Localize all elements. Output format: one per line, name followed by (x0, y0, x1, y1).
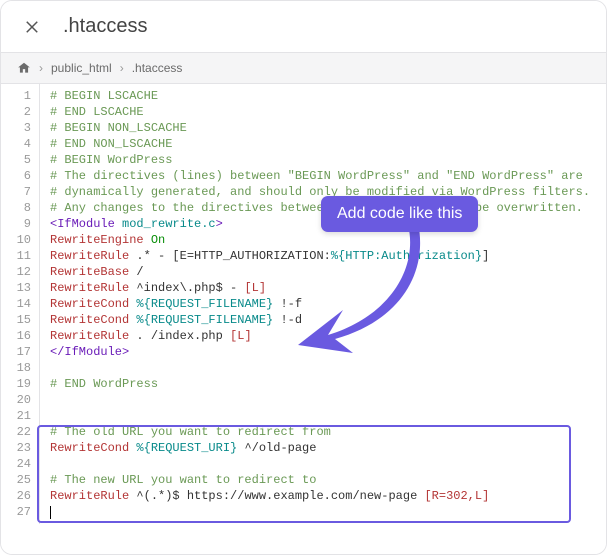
line-number: 4 (5, 136, 31, 152)
line-number: 25 (5, 472, 31, 488)
code-line[interactable]: </IfModule> (50, 344, 606, 360)
home-icon[interactable] (17, 61, 31, 75)
code-line[interactable] (50, 504, 606, 520)
line-number: 24 (5, 456, 31, 472)
line-number: 19 (5, 376, 31, 392)
code-line[interactable] (50, 392, 606, 408)
code-line[interactable]: # BEGIN NON_LSCACHE (50, 120, 606, 136)
code-lines[interactable]: # BEGIN LSCACHE# END LSCACHE# BEGIN NON_… (40, 84, 606, 524)
line-number: 18 (5, 360, 31, 376)
line-number: 12 (5, 264, 31, 280)
line-number: 10 (5, 232, 31, 248)
line-number: 5 (5, 152, 31, 168)
code-line[interactable]: RewriteRule ^index\.php$ - [L] (50, 280, 606, 296)
line-number-gutter: 1234567891011121314151617181920212223242… (1, 84, 40, 524)
code-line[interactable]: RewriteEngine On (50, 232, 606, 248)
code-line[interactable]: RewriteRule . /index.php [L] (50, 328, 606, 344)
code-line[interactable]: RewriteBase / (50, 264, 606, 280)
code-line[interactable]: RewriteRule ^(.*)$ https://www.example.c… (50, 488, 606, 504)
code-line[interactable]: # BEGIN LSCACHE (50, 88, 606, 104)
editor-header: .htaccess (1, 1, 606, 53)
chevron-right-icon: › (39, 61, 43, 75)
breadcrumb: › public_html › .htaccess (1, 53, 606, 84)
text-cursor (50, 506, 51, 519)
line-number: 7 (5, 184, 31, 200)
code-line[interactable]: # END LSCACHE (50, 104, 606, 120)
line-number: 11 (5, 248, 31, 264)
line-number: 26 (5, 488, 31, 504)
breadcrumb-item[interactable]: public_html (51, 61, 112, 75)
line-number: 8 (5, 200, 31, 216)
code-line[interactable] (50, 456, 606, 472)
code-line[interactable]: RewriteCond %{REQUEST_FILENAME} !-f (50, 296, 606, 312)
line-number: 20 (5, 392, 31, 408)
line-number: 22 (5, 424, 31, 440)
code-line[interactable]: RewriteRule .* - [E=HTTP_AUTHORIZATION:%… (50, 248, 606, 264)
line-number: 9 (5, 216, 31, 232)
line-number: 6 (5, 168, 31, 184)
code-line[interactable]: # END NON_LSCACHE (50, 136, 606, 152)
close-icon[interactable] (23, 18, 41, 36)
breadcrumb-item[interactable]: .htaccess (132, 61, 183, 75)
line-number: 16 (5, 328, 31, 344)
code-line[interactable]: RewriteCond %{REQUEST_URI} ^/old-page (50, 440, 606, 456)
line-number: 14 (5, 296, 31, 312)
chevron-right-icon: › (120, 61, 124, 75)
annotation-callout: Add code like this (321, 196, 478, 232)
line-number: 23 (5, 440, 31, 456)
line-number: 1 (5, 88, 31, 104)
code-line[interactable]: RewriteCond %{REQUEST_FILENAME} !-d (50, 312, 606, 328)
code-line[interactable]: # The old URL you want to redirect from (50, 424, 606, 440)
line-number: 21 (5, 408, 31, 424)
annotation-text: Add code like this (337, 205, 462, 222)
line-number: 27 (5, 504, 31, 520)
code-line[interactable] (50, 408, 606, 424)
line-number: 13 (5, 280, 31, 296)
line-number: 15 (5, 312, 31, 328)
line-number: 2 (5, 104, 31, 120)
file-title: .htaccess (63, 15, 147, 38)
code-line[interactable]: # The new URL you want to redirect to (50, 472, 606, 488)
code-line[interactable]: # The directives (lines) between "BEGIN … (50, 168, 606, 184)
line-number: 3 (5, 120, 31, 136)
code-editor[interactable]: 1234567891011121314151617181920212223242… (1, 84, 606, 554)
line-number: 17 (5, 344, 31, 360)
code-line[interactable]: # END WordPress (50, 376, 606, 392)
code-line[interactable]: # BEGIN WordPress (50, 152, 606, 168)
code-line[interactable] (50, 360, 606, 376)
